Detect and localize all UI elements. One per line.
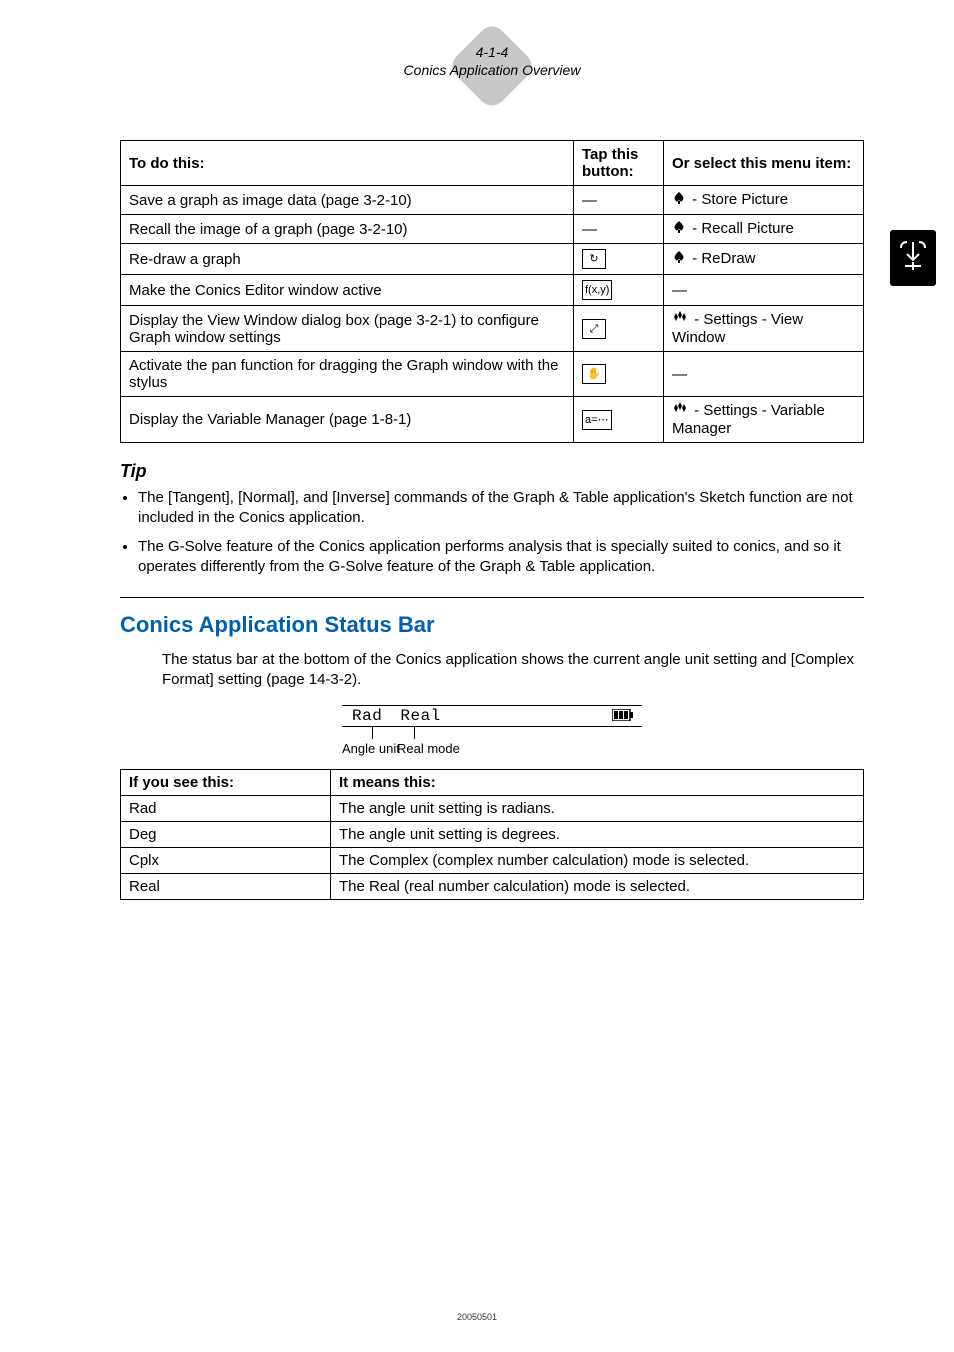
table-row: RadThe angle unit setting is radians.: [121, 795, 864, 821]
menu-cell: —: [664, 352, 864, 397]
status-bar-heading: Conics Application Status Bar: [120, 612, 864, 638]
leader-label-angle: Angle unit: [342, 741, 400, 756]
leader-line: [414, 727, 415, 739]
button-cell: f(x,y): [574, 275, 664, 306]
status-meaning-cell: The angle unit setting is degrees.: [331, 821, 864, 847]
button-cell: ⤢: [574, 306, 664, 352]
status-key-cell: Real: [121, 873, 331, 899]
toolbar-button-icon: ↻: [582, 249, 606, 269]
table-row: Recall the image of a graph (page 3-2-10…: [121, 215, 864, 244]
menu-label: - Recall Picture: [688, 220, 794, 237]
table-row: Display the View Window dialog box (page…: [121, 306, 864, 352]
toolbar-button-icon: ⤢: [582, 319, 606, 339]
status-key-cell: Deg: [121, 821, 331, 847]
footer-datestamp: 20050501: [0, 1312, 954, 1322]
actions-table: To do this: Tap this button: Or select t…: [120, 140, 864, 443]
button-cell: —: [574, 186, 664, 215]
menu-cell: - Recall Picture: [664, 215, 864, 244]
table-row: Save a graph as image data (page 3-2-10)…: [121, 186, 864, 215]
col-header-menu: Or select this menu item:: [664, 141, 864, 186]
spade-icon: [672, 220, 686, 238]
status-bar-figure: Rad Real Angle unit Real mode: [120, 705, 864, 763]
spade-icon: [672, 250, 686, 268]
table-row: DegThe angle unit setting is degrees.: [121, 821, 864, 847]
action-cell: Recall the image of a graph (page 3-2-10…: [121, 215, 574, 244]
table-row: CplxThe Complex (complex number calculat…: [121, 847, 864, 873]
col-header-button: Tap this button:: [574, 141, 664, 186]
table-row: Display the Variable Manager (page 1-8-1…: [121, 397, 864, 443]
status-real-mode: Real: [392, 707, 440, 725]
status-meaning-cell: The Real (real number calculation) mode …: [331, 873, 864, 899]
toolbar-button-icon: f(x,y): [582, 280, 612, 300]
status-bar-paragraph: The status bar at the bottom of the Coni…: [162, 650, 864, 691]
menu-label: - ReDraw: [688, 250, 756, 267]
menu-cell: - ReDraw: [664, 244, 864, 275]
chapter-side-icon: [890, 230, 936, 286]
button-cell: ↻: [574, 244, 664, 275]
toolbar-button-icon: ✋: [582, 364, 606, 384]
button-cell: ✋: [574, 352, 664, 397]
page-header: 4-1-4 Conics Application Overview: [120, 40, 864, 80]
status-angle-unit: Rad: [342, 707, 382, 725]
page-number: 4-1-4: [404, 40, 581, 60]
toolbar-button-icon: a=⋯: [582, 410, 612, 430]
menu-label: - Settings - View Window: [672, 311, 803, 346]
table-row: Make the Conics Editor window active f(x,…: [121, 275, 864, 306]
action-cell: Display the Variable Manager (page 1-8-1…: [121, 397, 574, 443]
leader-label-real: Real mode: [397, 741, 460, 756]
menu-cell: —: [664, 275, 864, 306]
menu-label: - Store Picture: [688, 191, 788, 208]
action-cell: Make the Conics Editor window active: [121, 275, 574, 306]
battery-icon: [612, 708, 634, 726]
status-key-cell: Cplx: [121, 847, 331, 873]
table-row: Re-draw a graph ↻ - ReDraw: [121, 244, 864, 275]
clover-icon: [672, 402, 688, 420]
status-bar-display: Rad Real: [342, 705, 642, 727]
menu-cell: - Store Picture: [664, 186, 864, 215]
tip-item: The [Tangent], [Normal], and [Inverse] c…: [138, 488, 864, 529]
action-cell: Save a graph as image data (page 3-2-10): [121, 186, 574, 215]
table-row: RealThe Real (real number calculation) m…: [121, 873, 864, 899]
status-meaning-cell: The angle unit setting is radians.: [331, 795, 864, 821]
menu-cell: - Settings - View Window: [664, 306, 864, 352]
action-cell: Re-draw a graph: [121, 244, 574, 275]
col-header-action: To do this:: [121, 141, 574, 186]
status-meaning-cell: The Complex (complex number calculation)…: [331, 847, 864, 873]
tip-item: The G-Solve feature of the Conics applic…: [138, 537, 864, 578]
col-header-see: If you see this:: [121, 769, 331, 795]
spade-icon: [672, 191, 686, 209]
leader-line: [372, 727, 373, 739]
tip-heading: Tip: [120, 461, 864, 482]
button-cell: a=⋯: [574, 397, 664, 443]
table-row: Activate the pan function for dragging t…: [121, 352, 864, 397]
table-header-row: If you see this: It means this:: [121, 769, 864, 795]
menu-label: - Settings - Variable Manager: [672, 402, 825, 437]
col-header-means: It means this:: [331, 769, 864, 795]
menu-cell: - Settings - Variable Manager: [664, 397, 864, 443]
button-cell: —: [574, 215, 664, 244]
status-key-cell: Rad: [121, 795, 331, 821]
status-meaning-table: If you see this: It means this: RadThe a…: [120, 769, 864, 900]
tips-list: The [Tangent], [Normal], and [Inverse] c…: [120, 488, 864, 577]
table-header-row: To do this: Tap this button: Or select t…: [121, 141, 864, 186]
page-section-title: Conics Application Overview: [404, 62, 581, 78]
action-cell: Activate the pan function for dragging t…: [121, 352, 574, 397]
action-cell: Display the View Window dialog box (page…: [121, 306, 574, 352]
clover-icon: [672, 311, 688, 329]
section-divider: [120, 597, 864, 598]
